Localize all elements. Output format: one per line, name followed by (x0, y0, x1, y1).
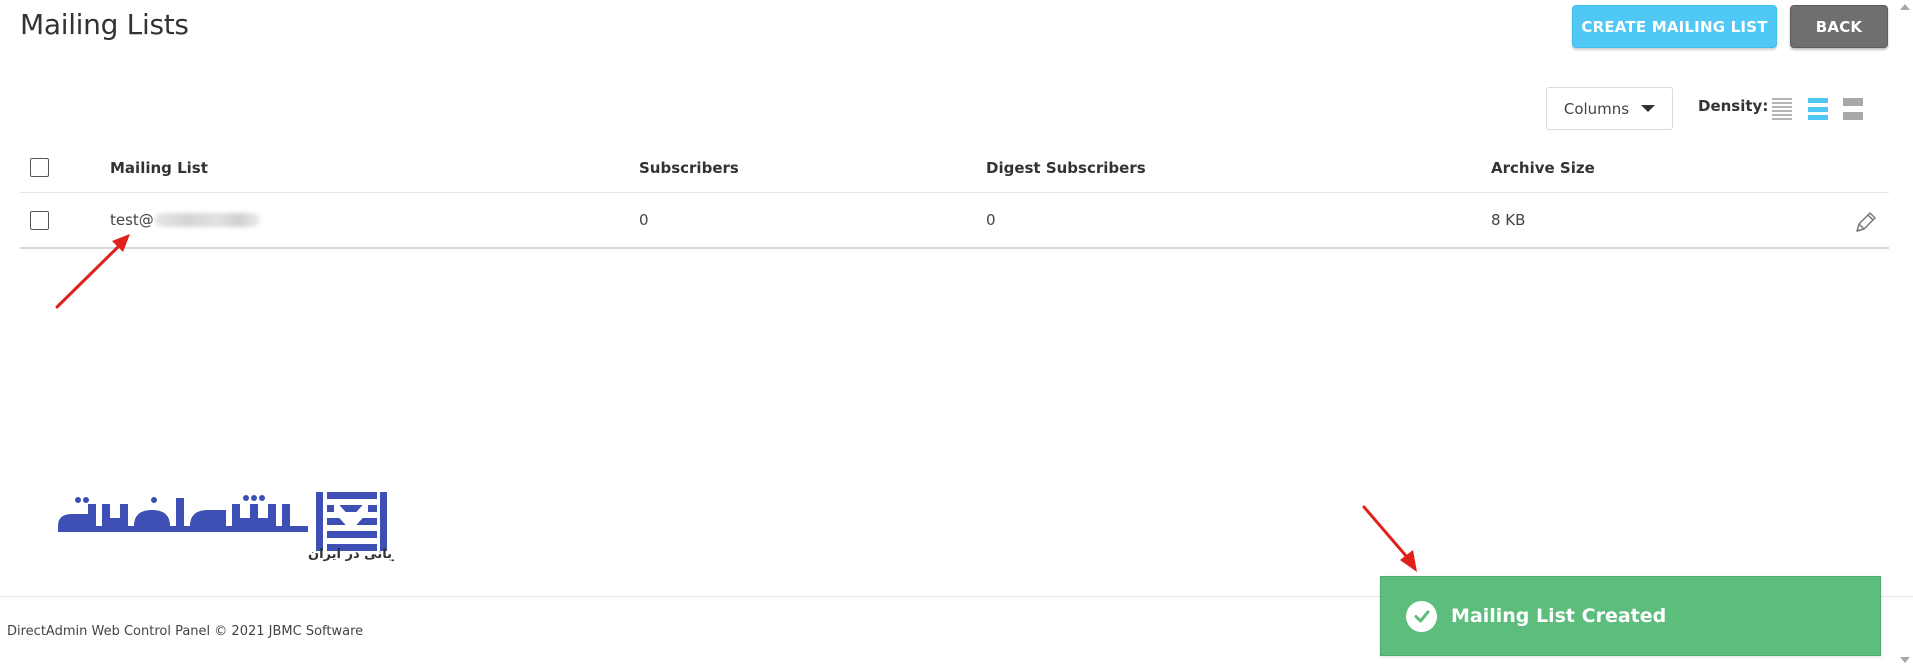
column-header-subscribers[interactable]: Subscribers (639, 143, 739, 192)
logo-tagline: متنوع ترین خدمات میزبانی در ایران (308, 547, 394, 562)
back-button[interactable]: BACK (1790, 5, 1888, 48)
density-label: Density: (1698, 97, 1769, 115)
column-header-archive-size[interactable]: Archive Size (1491, 143, 1595, 192)
select-all-checkbox[interactable] (30, 158, 49, 177)
scroll-down-arrow-icon[interactable] (1900, 657, 1910, 663)
density-compact-icon[interactable] (1772, 98, 1792, 120)
archive-size-value: 8 KB (1491, 211, 1526, 229)
check-circle-icon (1406, 600, 1437, 632)
edit-pencil-icon[interactable] (1853, 209, 1879, 235)
annotation-arrow-icon (1362, 505, 1417, 572)
subscribers-count: 0 (639, 211, 649, 229)
table-row: test@ 0 0 8 KB (20, 193, 1889, 249)
digest-subscribers-count: 0 (986, 211, 996, 229)
brand-logo: متنوع ترین خدمات میزبانی در ایران (58, 490, 535, 564)
density-comfortable-icon[interactable] (1843, 98, 1863, 120)
blurred-domain (154, 213, 260, 227)
caret-down-icon (1641, 105, 1656, 112)
mailing-lists-table: Mailing List Subscribers Digest Subscrib… (20, 143, 1889, 249)
mailing-list-name[interactable]: test@ (110, 211, 154, 229)
column-header-mailing-list[interactable]: Mailing List (110, 143, 208, 192)
page-title: Mailing Lists (20, 8, 189, 41)
columns-label: Columns (1563, 99, 1630, 118)
scroll-up-arrow-icon[interactable] (1900, 4, 1910, 10)
footer-copyright: DirectAdmin Web Control Panel © 2021 JBM… (7, 624, 364, 639)
column-header-digest-subscribers[interactable]: Digest Subscribers (986, 143, 1146, 192)
create-mailing-list-button[interactable]: CREATE MAILING LIST (1572, 5, 1777, 48)
row-checkbox[interactable] (30, 210, 49, 230)
columns-dropdown[interactable]: Columns (1546, 87, 1673, 130)
density-medium-icon[interactable] (1808, 98, 1828, 120)
table-header-row: Mailing List Subscribers Digest Subscrib… (20, 143, 1889, 193)
success-toast[interactable]: Mailing List Created (1380, 576, 1881, 656)
toast-message: Mailing List Created (1451, 605, 1667, 627)
